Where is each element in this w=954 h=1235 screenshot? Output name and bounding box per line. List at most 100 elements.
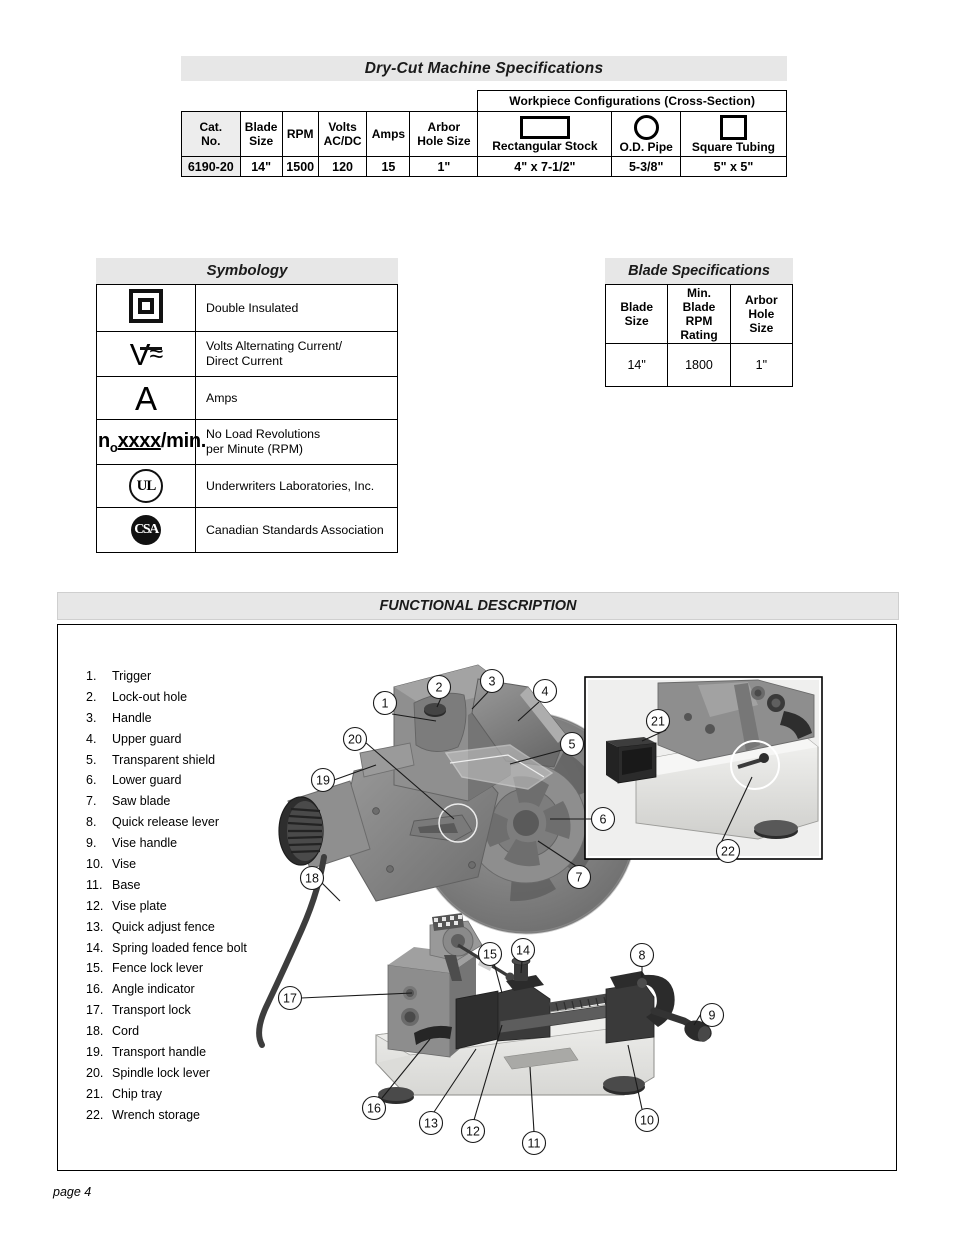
- part-number: 9.: [86, 836, 97, 851]
- col-header-blade-size-line1: Blade: [244, 120, 278, 134]
- callout-8: 8: [629, 942, 655, 968]
- rpm-n-glyph: n: [98, 429, 110, 452]
- amps-glyph: A: [134, 379, 157, 417]
- part-label: Transparent shield: [112, 752, 216, 767]
- table-row: 6190-20 14" 1500 120 15 1" 4" x 7-1/2" 5…: [181, 156, 788, 177]
- part-label: Lower guard: [112, 773, 182, 788]
- dry-cut-specifications-title: Dry-Cut Machine Specifications: [181, 56, 787, 81]
- callout-number: 2: [436, 680, 443, 694]
- callout-9: 9: [699, 1002, 725, 1028]
- part-number: 15.: [86, 961, 104, 976]
- callout-4: 4: [532, 678, 558, 704]
- list-item: 12. Vise plate: [86, 899, 326, 913]
- part-number: 18.: [86, 1024, 104, 1039]
- no-load-rpm-icon: noxxxx/min.: [96, 419, 206, 465]
- blade-col-header-arbor-line1: Arbor: [744, 293, 778, 307]
- cell-square-tubing: 5" x 5": [679, 156, 788, 177]
- col-header-rectangular-stock: Rectangular Stock: [477, 111, 613, 157]
- circle-icon: [612, 112, 679, 140]
- col-header-blade-size-line2: Size: [249, 134, 274, 148]
- callout-2: 2: [426, 674, 452, 700]
- list-item: 6. Lower guard: [86, 773, 326, 787]
- part-number: 8.: [86, 815, 97, 830]
- callout-20: 20: [342, 726, 368, 752]
- symbology-label-amps: Amps: [195, 376, 398, 420]
- col-header-amps: Amps: [366, 111, 411, 157]
- blade-col-header-arbor-line3: Size: [749, 321, 774, 335]
- callout-number: 3: [489, 674, 496, 688]
- part-number: 6.: [86, 773, 97, 788]
- list-item: 17. Transport lock: [86, 1003, 326, 1017]
- part-number: 10.: [86, 857, 104, 872]
- list-item: 18. Cord: [86, 1024, 326, 1038]
- symbology-label-rpm-line2: per Minute (RPM): [206, 442, 304, 456]
- part-number: 4.: [86, 731, 97, 746]
- cell-rpm: 1500: [281, 156, 319, 177]
- blade-col-header-min-rpm-line2: Blade RPM: [682, 300, 716, 328]
- spec-column-header-row: Cat. No. Blade Size RPM Volts AC/DC Amps…: [181, 111, 788, 157]
- table-row: Double Insulated: [96, 284, 398, 332]
- rpm-unit-glyph: /min.: [160, 429, 207, 452]
- part-label: Transport handle: [112, 1045, 207, 1060]
- callout-number: 14: [516, 943, 530, 957]
- blade-specifications-table: Blade Size Min. Blade RPM Rating Arbor H…: [604, 284, 794, 387]
- col-header-blade-size: Blade Size: [239, 111, 283, 157]
- callout-number: 5: [569, 737, 576, 751]
- part-label: Vise plate: [112, 898, 167, 913]
- callout-12: 12: [460, 1118, 486, 1144]
- part-label: Fence lock lever: [112, 961, 204, 976]
- blade-header-row: Blade Size Min. Blade RPM Rating Arbor H…: [604, 284, 794, 344]
- part-label: Vise: [112, 857, 137, 872]
- part-label: Base: [112, 877, 141, 892]
- amps-icon: A: [96, 376, 196, 420]
- part-label: Angle indicator: [112, 982, 195, 997]
- callout-5: 5: [559, 731, 585, 757]
- list-item: 8. Quick release lever: [86, 815, 326, 829]
- col-header-amps-line2: Amps: [371, 127, 406, 141]
- callout-number: 1: [382, 696, 389, 710]
- blade-col-header-size: Blade Size: [604, 284, 669, 344]
- list-item: 1. Trigger: [86, 669, 326, 683]
- symbology-title: Symbology: [96, 258, 398, 284]
- callout-number: 6: [600, 812, 607, 826]
- callout-1: 1: [372, 690, 398, 716]
- col-header-cat-no: Cat. No.: [181, 111, 241, 157]
- rectangle-icon: [478, 113, 611, 139]
- cell-volts: 120: [317, 156, 368, 177]
- blade-specifications-section: Blade Specifications Blade Size Min. Bla…: [604, 258, 794, 387]
- col-header-arbor-line1: Arbor: [427, 120, 461, 134]
- table-row: 14" 1800 1": [604, 343, 794, 387]
- part-label: Chip tray: [112, 1086, 163, 1101]
- list-item: 11. Base: [86, 878, 326, 892]
- blade-col-header-min-rpm-line3: Rating: [680, 328, 718, 342]
- col-header-volts: Volts AC/DC: [317, 111, 368, 157]
- part-label: Wrench storage: [112, 1107, 201, 1122]
- part-number: 21.: [86, 1086, 104, 1101]
- inset-chip-tray-photo: [584, 676, 823, 860]
- cell-od-pipe: 5-3/8": [611, 156, 681, 177]
- functional-description-panel: 1 2 3 4 5 6 7 8 9 10 11 12 13 14 15 16 17 18 19 20 21 22 1. Tr…: [57, 624, 897, 1171]
- symbology-label-no-load-rpm: No Load Revolutions per Minute (RPM): [195, 419, 398, 465]
- cell-arbor-hole-size: 1": [409, 156, 479, 177]
- part-label: Transport lock: [112, 1003, 191, 1018]
- col-header-square-tubing: Square Tubing: [679, 111, 788, 157]
- list-item: 13. Quick adjust fence: [86, 920, 326, 934]
- col-header-square-tubing-label: Square Tubing: [691, 140, 775, 154]
- symbology-label-volts-line2: Direct Current: [206, 354, 283, 368]
- list-item: 2. Lock-out hole: [86, 690, 326, 704]
- square-icon: [681, 112, 786, 140]
- volts-ac-dc-icon: V≈: [96, 331, 196, 377]
- list-item: 7. Saw blade: [86, 794, 326, 808]
- blade-col-header-size-line1: Blade: [620, 300, 653, 314]
- list-item: 21. Chip tray: [86, 1087, 326, 1101]
- part-number: 17.: [86, 1003, 104, 1018]
- part-number: 16.: [86, 982, 104, 997]
- dry-cut-specifications-table: Workpiece Configurations (Cross-Section)…: [181, 90, 788, 177]
- blade-col-header-size-line2: Size: [624, 314, 649, 328]
- list-item: 4. Upper guard: [86, 732, 326, 746]
- blade-col-header-arbor-line2: Hole: [748, 307, 775, 321]
- col-header-rpm-line2: RPM: [286, 127, 314, 141]
- volts-glyph: V: [129, 336, 151, 372]
- list-item: 9. Vise handle: [86, 836, 326, 850]
- callout-11: 11: [521, 1130, 547, 1156]
